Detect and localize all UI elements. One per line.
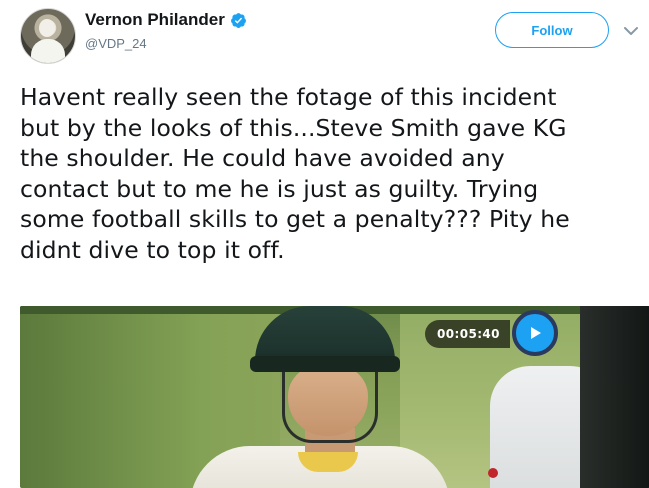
chevron-down-icon[interactable] — [622, 24, 640, 38]
play-icon — [531, 327, 541, 339]
video-timecode: 00:05:40 — [425, 320, 510, 348]
video-frame-badge — [488, 468, 498, 478]
tweet-text-line: contact but to me he is just as guilty. … — [20, 174, 539, 203]
tweet-text: Havent really seen the fotage of this in… — [20, 82, 645, 265]
tweet-header: Vernon Philander @VDP_24 Follow — [0, 0, 649, 75]
tweet-text-line: some football skills to get a penalty???… — [20, 205, 570, 233]
video-media[interactable]: 00:05:40 — [20, 306, 649, 488]
avatar[interactable] — [20, 8, 76, 64]
tweet-text-line: but by the looks of this...Steve Smith g… — [20, 113, 567, 142]
video-frame-edge — [580, 306, 649, 488]
author-display-name[interactable]: Vernon Philander — [85, 10, 225, 30]
play-button[interactable] — [512, 310, 558, 356]
tweet-text-line: didnt dive to top it off. — [20, 235, 285, 264]
video-frame-helmet-brim — [250, 356, 400, 372]
tweet-text-line: the shoulder. He could have avoided any — [20, 144, 505, 172]
avatar-shirt — [31, 39, 65, 63]
follow-button[interactable]: Follow — [495, 12, 609, 48]
author-name-row: Vernon Philander — [85, 10, 247, 30]
verified-badge-icon — [230, 12, 246, 28]
video-frame-helmet-grille — [282, 370, 378, 443]
tweet-text-line: Havent really seen the fotage of this in… — [20, 83, 557, 111]
avatar-face — [39, 19, 55, 37]
author-handle[interactable]: @VDP_24 — [85, 36, 147, 51]
